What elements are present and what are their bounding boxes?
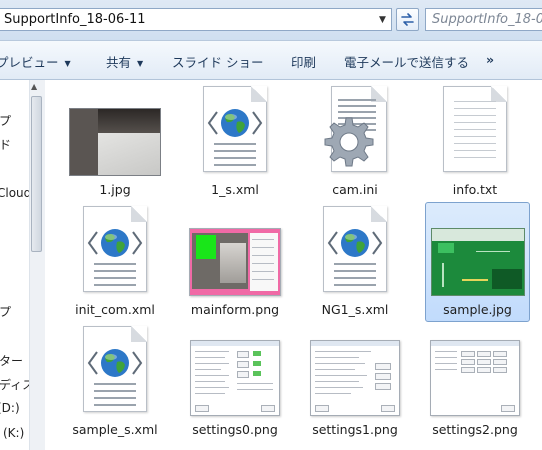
preview-button[interactable]: プレビュー ▼ [0, 52, 71, 71]
globe-icon [87, 229, 143, 257]
nav-item[interactable]: ター [0, 352, 23, 369]
file-name: cam.ini [332, 182, 378, 197]
file-name: settings1.png [312, 422, 398, 437]
file-tile[interactable]: sample_s.xml [60, 322, 170, 442]
file-view: 1.jpg 1_s.xml cam.ini info.txt init_com.… [45, 80, 542, 450]
file-tile[interactable]: settings2.png [420, 322, 530, 442]
nav-item[interactable]: Cloud [0, 186, 31, 200]
file-tile[interactable]: cam.ini [300, 82, 410, 202]
refresh-icon [401, 13, 414, 26]
ini-file-icon [323, 86, 387, 174]
globe-icon [87, 349, 143, 377]
chevron-down-icon: ▼ [137, 59, 144, 68]
file-name: sample_s.xml [72, 422, 158, 437]
refresh-button[interactable] [396, 8, 419, 31]
file-name: settings2.png [432, 422, 518, 437]
photo-thumbnail [69, 108, 161, 176]
email-button[interactable]: 電子メールで送信する [344, 52, 469, 71]
screenshot-thumbnail [430, 340, 520, 416]
scroll-up-icon[interactable]: ▲ [31, 82, 37, 91]
command-bar: プレビュー ▼ 共有 ▼ スライド ショー 印刷 電子メールで送信する » [0, 41, 542, 80]
screenshot-thumbnail [310, 340, 400, 416]
slideshow-button[interactable]: スライド ショー [172, 52, 263, 71]
file-name: NG1_s.xml [321, 302, 389, 317]
file-tile[interactable]: settings1.png [300, 322, 410, 442]
globe-icon [207, 109, 263, 137]
slideshow-label: スライド ショー [172, 55, 264, 70]
file-name: 1_s.xml [211, 182, 259, 197]
nav-item[interactable]: (K:) [3, 426, 24, 440]
xml-file-icon [83, 206, 147, 294]
xml-file-icon [323, 206, 387, 294]
pcb-photo-thumbnail [430, 228, 525, 296]
file-tile[interactable]: info.txt [420, 82, 530, 202]
file-name: settings0.png [192, 422, 278, 437]
share-button[interactable]: 共有 ▼ [106, 52, 143, 71]
nav-item[interactable]: ド [0, 136, 11, 153]
xml-file-icon [83, 326, 147, 414]
gear-icon [324, 117, 374, 167]
nav-item[interactable]: (D:) [0, 401, 20, 415]
file-tile[interactable]: settings0.png [180, 322, 290, 442]
file-name: info.txt [452, 182, 498, 197]
globe-icon [327, 229, 383, 257]
share-label: 共有 [106, 55, 132, 70]
file-tile[interactable]: mainform.png [180, 202, 290, 322]
file-tile-selected[interactable]: sample.jpg [425, 202, 530, 322]
address-path: SupportInfo_18-06-11 [4, 12, 146, 27]
more-commands-label: » [486, 52, 495, 67]
chevron-down-icon: ▼ [64, 59, 71, 68]
print-button[interactable]: 印刷 [291, 52, 316, 71]
file-tile[interactable]: init_com.xml [60, 202, 170, 322]
print-label: 印刷 [291, 55, 317, 70]
xml-file-icon [203, 86, 267, 174]
file-name: init_com.xml [75, 302, 155, 317]
email-label: 電子メールで送信する [344, 55, 470, 70]
preview-label: プレビュー [0, 55, 59, 70]
address-dropdown-icon[interactable]: ▼ [374, 9, 391, 30]
file-tile[interactable]: 1.jpg [60, 82, 170, 202]
file-name: 1.jpg [99, 182, 131, 197]
search-placeholder: SupportInfo_18-06 [432, 12, 542, 27]
screenshot-thumbnail [189, 228, 281, 296]
file-name: sample.jpg [443, 302, 512, 317]
nav-item[interactable]: プ [0, 303, 11, 320]
txt-file-icon [443, 86, 507, 174]
nav-item[interactable]: プ [0, 112, 11, 129]
more-commands-button[interactable]: » [486, 52, 494, 67]
screenshot-thumbnail [190, 340, 280, 416]
file-name: mainform.png [190, 302, 280, 317]
file-tile[interactable]: NG1_s.xml [300, 202, 410, 322]
address-bar: SupportInfo_18-06-11 ▼ SupportInfo_18-06 [0, 0, 542, 41]
search-input[interactable]: SupportInfo_18-06 [425, 8, 542, 31]
file-tile[interactable]: 1_s.xml [180, 82, 290, 202]
nav-scroll-thumb[interactable] [31, 96, 42, 252]
address-field[interactable]: SupportInfo_18-06-11 ▼ [0, 8, 392, 31]
